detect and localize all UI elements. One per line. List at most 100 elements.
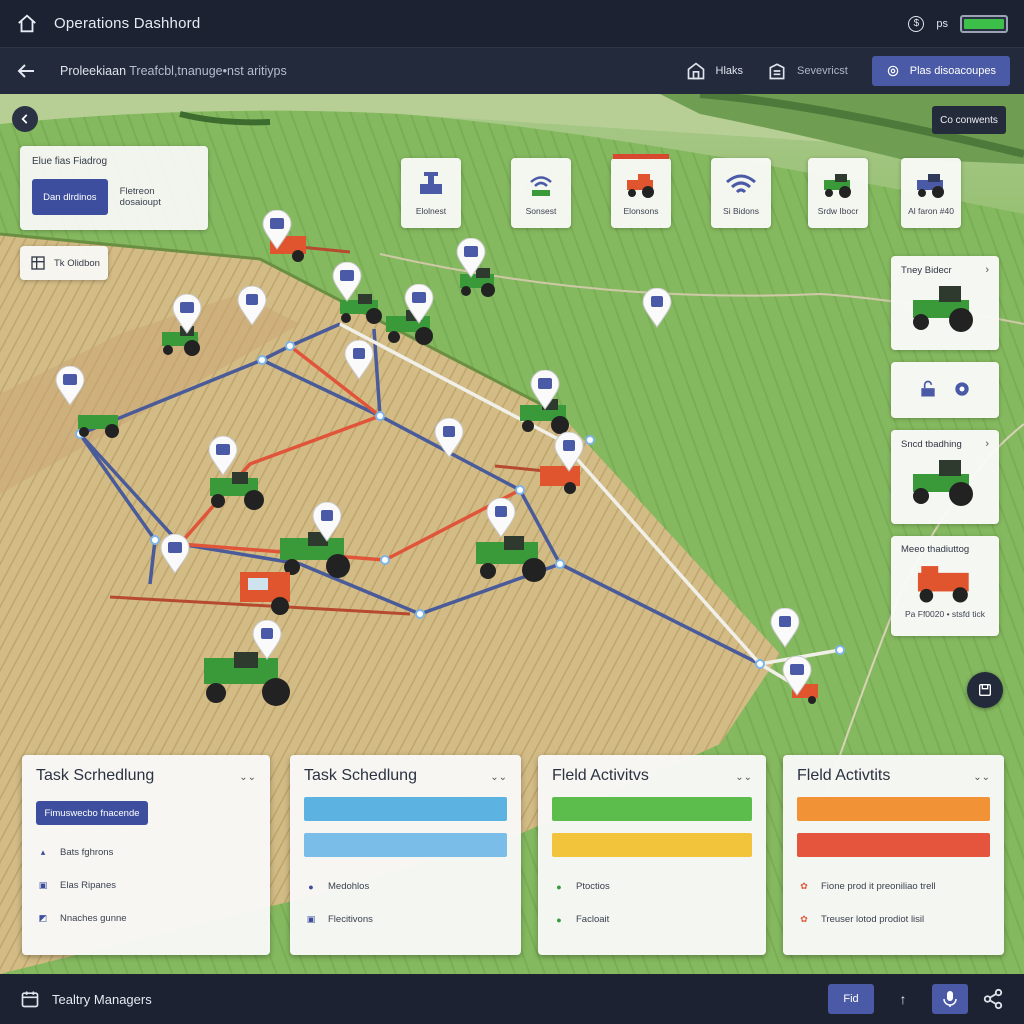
bullet-icon: ● <box>556 881 562 892</box>
list-item-label: Treuser lotod prodiot lisil <box>821 914 925 925</box>
map-pin[interactable] <box>344 340 374 380</box>
breadcrumb-rest[interactable]: Treafcbl,tnanuge•nst aritiyps <box>129 64 286 78</box>
chevron-left-icon <box>21 114 28 124</box>
arrow-up-icon[interactable]: ↑ <box>888 984 918 1014</box>
map-pin[interactable] <box>208 436 238 476</box>
save-icon <box>979 684 991 696</box>
list-item[interactable]: ▣ Elas Ripanes <box>36 880 256 891</box>
side-card-vehicle-2[interactable]: Sncd tbadhing › <box>891 430 999 524</box>
equipment-card-sensor[interactable]: Sonsest <box>511 158 571 228</box>
back-arrow-icon[interactable] <box>14 59 38 83</box>
footer-button[interactable]: Fid <box>828 984 874 1014</box>
task-scheduling-panel-1: Task Scrhedlung ⌄⌄ Fimuswecbo fnacende ▴ B… <box>22 755 270 955</box>
map-pin[interactable] <box>782 656 812 696</box>
progress-bar <box>304 797 507 821</box>
map-pin[interactable] <box>160 534 190 574</box>
chevron-down-icon[interactable]: ⌄⌄ <box>973 772 990 783</box>
side-card-title: Sncd tbadhing <box>901 438 962 450</box>
green-tractor-icon <box>913 460 973 506</box>
list-item[interactable]: ● Ptoctios <box>552 881 752 892</box>
list-item[interactable]: ▴ Bats fghrons <box>36 847 256 858</box>
list-item-label: Fione prod it preoniliao trell <box>821 881 936 892</box>
list-item-label: Nnaches gunne <box>60 913 127 924</box>
share-icon[interactable] <box>982 988 1004 1010</box>
map-back-button[interactable] <box>12 106 38 132</box>
chevron-down-icon[interactable]: ⌄⌄ <box>735 772 752 783</box>
panel-title: Task Schedlung <box>304 767 417 784</box>
list-item[interactable]: ● Medohlos <box>304 881 507 892</box>
blue-tractor-icon <box>917 174 944 198</box>
primary-action-label: Plas disoacoupes <box>909 65 996 77</box>
list-item-label: Facloait <box>576 914 610 925</box>
bullet-icon: ● <box>308 881 314 892</box>
filter-button[interactable]: Dan dlrdinos <box>32 179 108 215</box>
nav-server[interactable]: Sevevricst <box>767 61 848 81</box>
barn-icon <box>687 62 704 80</box>
map-pin[interactable] <box>404 284 434 324</box>
lock-icon[interactable] <box>918 379 938 399</box>
settings-circle-icon <box>887 65 899 77</box>
map-pin[interactable] <box>456 238 486 278</box>
calendar-icon[interactable] <box>20 989 40 1009</box>
list-item-label: Elas Ripanes <box>60 880 116 891</box>
map-pin[interactable] <box>770 608 800 648</box>
battery-fill <box>964 18 1004 29</box>
status-area: $ ps <box>908 14 1008 33</box>
list-item-label: Medohlos <box>328 881 370 892</box>
side-card-vehicle-1[interactable]: Tney Bidecr › <box>891 256 999 350</box>
comments-button[interactable]: Co conwents <box>932 106 1006 134</box>
nav-home[interactable]: Hlaks <box>686 61 743 81</box>
side-card-footer: Pa Ff0020 • stsfd tick <box>905 609 985 619</box>
filter-aux-text[interactable]: Fletreon dosaioupt <box>120 186 196 208</box>
map-pin[interactable] <box>554 432 584 472</box>
save-button[interactable] <box>967 672 1003 708</box>
red-tractor-icon <box>627 174 654 198</box>
equipment-card-wifi[interactable]: Si Bidons <box>711 158 771 228</box>
filter-panel: Elue fias Fiadrog Dan dlrdinos Fletreon … <box>20 146 208 230</box>
map-pin[interactable] <box>172 294 202 334</box>
equipment-card-green-tractor[interactable]: Srdw Ibocr <box>808 158 868 228</box>
map-pin[interactable] <box>486 498 516 538</box>
map-pin[interactable] <box>530 370 560 410</box>
wifi-sensor-icon <box>530 176 552 196</box>
map-pin[interactable] <box>262 210 292 250</box>
chevron-down-icon[interactable]: ⌄⌄ <box>490 772 507 783</box>
equipment-card-blue-tractor[interactable]: Al faron #40 <box>901 158 961 228</box>
nav-group: Hlaks Sevevricst Plas disoacoupes <box>686 56 1010 86</box>
chevron-right-icon[interactable]: › <box>985 438 989 450</box>
panel-action-button[interactable]: Fimuswecbo fnacende <box>36 801 148 825</box>
equipment-card-red-tractor[interactable]: Elonsons <box>611 154 671 228</box>
side-card-title: Tney Bidecr <box>901 264 952 276</box>
bullet-icon: ▣ <box>306 914 316 924</box>
list-item[interactable]: ● Facloait <box>552 914 752 925</box>
app-title: Operations Dashhord <box>54 15 201 32</box>
progress-bar <box>797 797 990 821</box>
home-icon[interactable] <box>16 13 38 35</box>
side-card-vehicle-3[interactable]: Meeo thadiuttog Pa Ff0020 • stsfd tick <box>891 536 999 636</box>
breadcrumb-main[interactable]: Proleekiaan <box>60 64 126 78</box>
top-bar: Operations Dashhord $ ps <box>0 0 1024 48</box>
list-item[interactable]: ✿ Fione prod it preoniliao trell <box>797 881 990 892</box>
field-activities-panel-2: Fleld Activtits ⌄⌄ ✿ Fione prod it preonil… <box>783 755 1004 955</box>
chevron-right-icon[interactable]: › <box>985 264 989 276</box>
legend-chip[interactable]: Tk Olidbon <box>20 246 108 280</box>
microphone-button[interactable] <box>932 984 968 1014</box>
map-pin[interactable] <box>252 620 282 660</box>
equipment-label: Si Bidons <box>723 206 759 216</box>
map-pin[interactable] <box>434 418 464 458</box>
chevron-down-icon[interactable]: ⌄⌄ <box>239 772 256 783</box>
map-pin[interactable] <box>332 262 362 302</box>
wifi-icon <box>726 174 756 194</box>
list-item[interactable]: ✿ Treuser lotod prodiot lisil <box>797 914 990 925</box>
list-item[interactable]: ◩ Nnaches gunne <box>36 913 256 924</box>
list-item-label: Ptoctios <box>576 881 610 892</box>
primary-action-button[interactable]: Plas disoacoupes <box>871 56 1010 86</box>
map-pin[interactable] <box>237 286 267 326</box>
settings-icon[interactable] <box>952 379 972 399</box>
list-item[interactable]: ▣ Flecitivons <box>304 914 507 925</box>
map-pin[interactable] <box>55 366 85 406</box>
map-pin[interactable] <box>642 288 672 328</box>
currency-icon[interactable]: $ <box>908 15 925 32</box>
map-pin[interactable] <box>312 502 342 542</box>
equipment-card-drill[interactable]: Elolnest <box>401 158 461 228</box>
